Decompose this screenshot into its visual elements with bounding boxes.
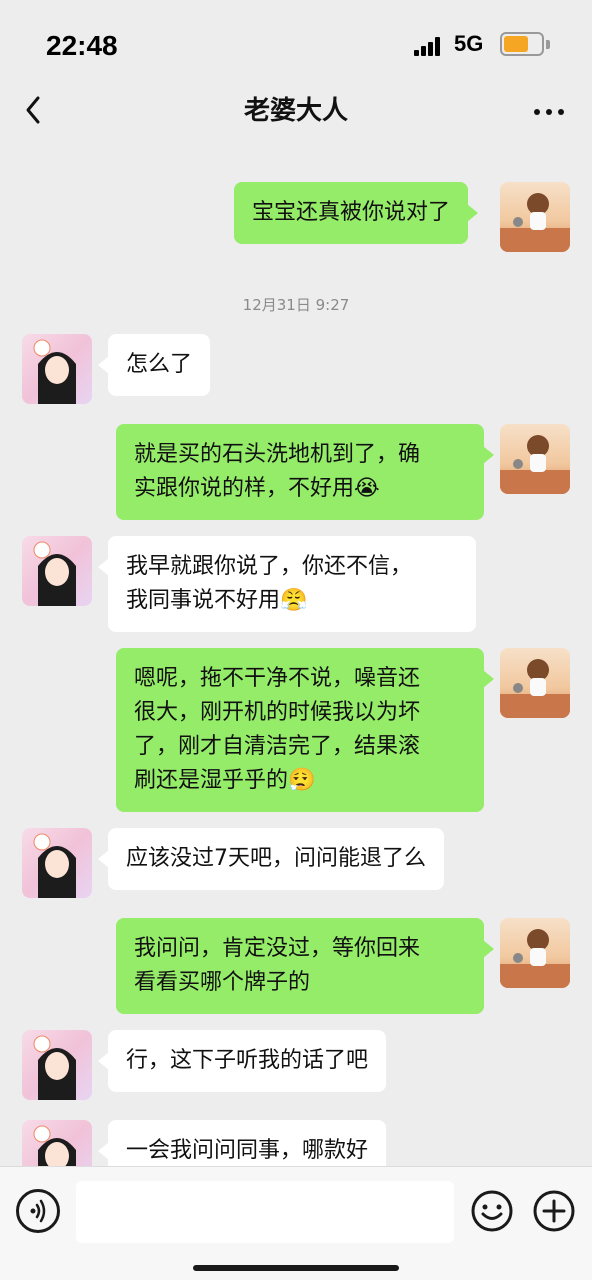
- status-bar: 22:48 5G: [0, 0, 592, 84]
- message-line: 我问问，肯定没过，等你回来: [134, 936, 421, 961]
- message-bubble-me[interactable]: 嗯呢，拖不干净不说，噪音还 很大，刚开机的时候我以为坏 了，刚才自清洁完了，结果…: [116, 648, 494, 812]
- message-line: 了，刚才自清洁完了，结果滚: [134, 734, 421, 759]
- avatar-me[interactable]: [500, 424, 570, 494]
- girl-avatar-icon: [33, 833, 76, 898]
- boy-avatar-icon: [500, 193, 570, 252]
- message-bubble-her[interactable]: 怎么了: [97, 334, 211, 396]
- message-text: 一会我问问同事，哪款好: [126, 1138, 369, 1163]
- message-timestamp: 12月31日 9:27: [242, 296, 350, 314]
- message-line: 看看买哪个牌子的: [134, 970, 311, 995]
- message-text: 应该没过7天吧，问问能退了么: [126, 846, 426, 871]
- message-input[interactable]: [76, 1181, 454, 1243]
- girl-avatar-icon: [33, 339, 76, 404]
- avatar-her[interactable]: [22, 334, 92, 404]
- message-text: 宝宝还真被你说对了: [252, 200, 451, 225]
- signal-icon: [414, 36, 444, 56]
- message-line: 就是买的石头洗地机到了，确: [134, 442, 421, 467]
- message-bubble-her[interactable]: 行，这下子听我的话了吧: [97, 1030, 387, 1092]
- avatar-me[interactable]: [500, 182, 570, 252]
- girl-avatar-icon: [33, 1035, 76, 1100]
- network-label: 5G: [454, 31, 484, 56]
- boy-avatar-icon: [500, 435, 570, 494]
- boy-avatar-icon: [500, 929, 570, 988]
- girl-avatar-icon: [33, 1125, 76, 1166]
- message-bubble-me[interactable]: 我问问，肯定没过，等你回来 看看买哪个牌子的: [116, 918, 494, 1014]
- girl-avatar-icon: [33, 541, 76, 606]
- avatar-her[interactable]: [22, 1120, 92, 1166]
- chat-title: 老婆大人: [243, 96, 348, 126]
- avatar-her[interactable]: [22, 828, 92, 898]
- message-line: 实跟你说的样，不好用😭: [134, 476, 380, 501]
- message-bubble-her[interactable]: 一会我问问同事，哪款好: [97, 1120, 387, 1166]
- input-bar: [0, 1166, 592, 1280]
- more-dots-icon[interactable]: [532, 92, 566, 132]
- message-bubble-her[interactable]: 应该没过7天吧，问问能退了么: [98, 828, 444, 890]
- emoji-icon[interactable]: [470, 1189, 514, 1233]
- message-line: 我早就跟你说了，你还不信，: [126, 554, 413, 579]
- voice-icon[interactable]: [16, 1189, 60, 1233]
- battery-cap: [546, 40, 550, 49]
- avatar-her[interactable]: [22, 536, 92, 606]
- message-line: 刷还是湿乎乎的😮‍💨: [134, 768, 316, 793]
- avatar-me[interactable]: [500, 648, 570, 718]
- message-bubble-her[interactable]: 我早就跟你说了，你还不信， 我同事说不好用😤: [98, 536, 476, 632]
- avatar-me[interactable]: [500, 918, 570, 988]
- status-time: 22:48: [46, 30, 118, 61]
- message-text: 怎么了: [126, 352, 193, 377]
- message-line: 嗯呢，拖不干净不说，噪音还: [134, 666, 421, 691]
- battery-icon: [500, 32, 544, 56]
- avatar-her[interactable]: [22, 1030, 92, 1100]
- home-indicator: [193, 1265, 399, 1271]
- nav-bar: 老婆大人: [0, 84, 592, 140]
- message-bubble-me[interactable]: 就是买的石头洗地机到了，确 实跟你说的样，不好用😭: [116, 424, 494, 520]
- message-line: 很大，刚开机的时候我以为坏: [134, 700, 421, 725]
- message-text: 行，这下子听我的话了吧: [126, 1048, 369, 1073]
- message-line: 我同事说不好用😤: [126, 588, 308, 613]
- chat-area[interactable]: 宝宝还真被你说对了 12月31日 9:27 怎么了 就是买的石头洗地机到了，确 …: [0, 140, 592, 1166]
- plus-icon[interactable]: [532, 1189, 576, 1233]
- message-bubble-me[interactable]: 宝宝还真被你说对了: [234, 182, 479, 244]
- boy-avatar-icon: [500, 659, 570, 718]
